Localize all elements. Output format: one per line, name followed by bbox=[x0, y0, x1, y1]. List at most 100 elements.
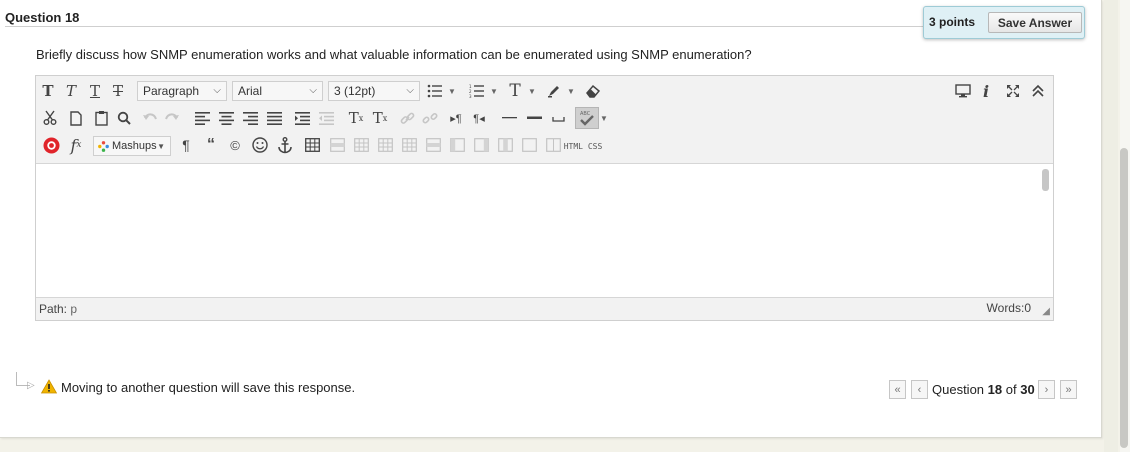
first-page-icon[interactable]: « bbox=[889, 380, 906, 399]
next-page-icon[interactable]: › bbox=[1038, 380, 1055, 399]
strikethrough-icon[interactable]: T bbox=[110, 82, 126, 100]
record-icon[interactable] bbox=[42, 136, 60, 154]
preview-icon[interactable] bbox=[954, 82, 972, 100]
rich-text-editor: T T T T Paragraph ⌵ Arial ⌵ 3 (12pt) ⌵ ▼… bbox=[35, 75, 1054, 321]
editor-scrollbar[interactable] bbox=[1042, 169, 1049, 191]
align-left-icon[interactable] bbox=[193, 109, 211, 127]
warning-icon bbox=[41, 379, 57, 394]
last-page-icon[interactable]: » bbox=[1060, 380, 1077, 399]
element-path: Path: p bbox=[39, 302, 77, 316]
font-size-value: 3 (12pt) bbox=[334, 84, 376, 98]
css-label: CSS bbox=[587, 141, 603, 151]
split-cells-icon[interactable] bbox=[520, 136, 538, 154]
link-icon[interactable] bbox=[398, 109, 416, 127]
caret-down-icon[interactable]: ▼ bbox=[528, 87, 536, 96]
page-scroll-thumb[interactable] bbox=[1120, 148, 1128, 448]
show-blocks-icon[interactable]: ¶ bbox=[178, 136, 194, 154]
path-value[interactable]: p bbox=[70, 302, 77, 316]
insert-col-after-icon[interactable] bbox=[472, 136, 490, 154]
merge-cells-icon[interactable] bbox=[544, 136, 562, 154]
prev-page-icon[interactable]: ‹ bbox=[911, 380, 928, 399]
chevron-down-icon: ⌵ bbox=[406, 85, 414, 96]
redo-icon[interactable] bbox=[164, 109, 180, 127]
ltr-icon[interactable]: ▸¶ bbox=[447, 109, 465, 127]
blockquote-icon[interactable]: “ bbox=[203, 136, 219, 154]
collapse-toolbar-icon[interactable] bbox=[1029, 82, 1047, 100]
caret-down-icon[interactable]: ▼ bbox=[448, 87, 456, 96]
eraser-icon[interactable] bbox=[584, 82, 602, 100]
points-panel: 3 points Save Answer bbox=[923, 6, 1085, 39]
bold-icon[interactable]: T bbox=[40, 82, 56, 100]
caret-down-icon[interactable]: ▼ bbox=[600, 114, 608, 123]
fullscreen-icon[interactable] bbox=[1004, 82, 1022, 100]
formula-icon[interactable]: fx bbox=[66, 135, 86, 155]
anchor-icon[interactable] bbox=[276, 136, 294, 154]
nonbreaking-space-icon[interactable] bbox=[549, 109, 567, 127]
table-cell-props-icon[interactable] bbox=[352, 136, 370, 154]
current-question: 18 bbox=[987, 382, 1003, 397]
align-center-icon[interactable] bbox=[217, 109, 235, 127]
emoticon-icon[interactable] bbox=[251, 136, 269, 154]
page-margin bbox=[1104, 0, 1118, 452]
caret-down-icon[interactable]: ▼ bbox=[490, 87, 498, 96]
pager-status: Question 18 of 30 bbox=[932, 382, 1035, 397]
insert-col-before-icon[interactable] bbox=[448, 136, 466, 154]
insert-row-after-icon[interactable] bbox=[400, 136, 418, 154]
find-replace-icon[interactable] bbox=[116, 109, 132, 127]
paragraph-format-select[interactable]: Paragraph ⌵ bbox=[137, 81, 227, 101]
html-source-button[interactable]: HTML CSS bbox=[564, 138, 603, 154]
underline-icon[interactable]: T bbox=[87, 82, 103, 100]
unlink-icon[interactable] bbox=[421, 109, 439, 127]
mashups-select[interactable]: Mashups ▼ bbox=[93, 136, 171, 156]
text-color-icon[interactable]: T bbox=[506, 81, 524, 101]
bullet-list-icon[interactable] bbox=[426, 82, 444, 100]
outdent-icon[interactable] bbox=[317, 109, 335, 127]
caret-down-icon[interactable]: ▼ bbox=[567, 87, 575, 96]
paragraph-format-value: Paragraph bbox=[143, 84, 200, 98]
highlight-pen-icon[interactable] bbox=[545, 82, 563, 100]
copy-icon[interactable] bbox=[68, 109, 84, 127]
page-scrollbar[interactable] bbox=[1120, 0, 1130, 452]
font-size-select[interactable]: 3 (12pt) ⌵ bbox=[328, 81, 420, 101]
arrow-right-icon: ▷ bbox=[27, 380, 35, 391]
caret-down-icon: ▼ bbox=[157, 142, 165, 151]
undo-icon[interactable] bbox=[142, 109, 158, 127]
answer-text-area[interactable] bbox=[36, 165, 1053, 297]
paste-icon[interactable] bbox=[93, 109, 109, 127]
delete-row-icon[interactable] bbox=[424, 136, 442, 154]
save-answer-button[interactable]: Save Answer bbox=[988, 12, 1082, 33]
indent-icon[interactable] bbox=[293, 109, 311, 127]
path-label: Path: bbox=[39, 302, 68, 316]
rtl-icon[interactable]: ¶◂ bbox=[470, 109, 488, 127]
table-icon[interactable] bbox=[303, 136, 321, 154]
thick-rule-icon[interactable] bbox=[525, 109, 543, 127]
mashups-label: Mashups bbox=[112, 140, 157, 152]
chevron-down-icon: ⌵ bbox=[309, 85, 317, 96]
word-count: Words:0 bbox=[986, 301, 1031, 315]
delete-col-icon[interactable] bbox=[496, 136, 514, 154]
numbered-list-icon[interactable]: 123 bbox=[468, 82, 486, 100]
editor-statusbar: Path: p Words:0 ◢ bbox=[36, 297, 1053, 320]
copyright-icon[interactable]: © bbox=[227, 136, 243, 154]
superscript-icon[interactable]: Tx bbox=[346, 108, 366, 128]
subscript-icon[interactable]: Tx bbox=[370, 108, 390, 128]
insert-row-before-icon[interactable] bbox=[376, 136, 394, 154]
chevron-down-icon: ⌵ bbox=[213, 85, 221, 96]
spellcheck-icon[interactable]: ABC bbox=[575, 107, 599, 129]
align-justify-icon[interactable] bbox=[265, 109, 283, 127]
question-prompt: Briefly discuss how SNMP enumeration wor… bbox=[36, 47, 752, 62]
cut-icon[interactable] bbox=[42, 109, 58, 127]
resize-handle-icon[interactable]: ◢ bbox=[1042, 306, 1050, 317]
horizontal-rule-icon[interactable] bbox=[500, 109, 518, 127]
italic-icon[interactable]: T bbox=[63, 82, 79, 100]
question-card: Question 18 3 points Save Answer Briefly… bbox=[0, 0, 1102, 438]
font-family-select[interactable]: Arial ⌵ bbox=[232, 81, 323, 101]
editor-toolbar: T T T T Paragraph ⌵ Arial ⌵ 3 (12pt) ⌵ ▼… bbox=[36, 76, 1053, 164]
font-family-value: Arial bbox=[238, 84, 263, 98]
pager-prefix: Question bbox=[932, 382, 985, 397]
align-right-icon[interactable] bbox=[241, 109, 259, 127]
info-icon[interactable]: i bbox=[979, 81, 993, 101]
table-row-props-icon[interactable] bbox=[328, 136, 346, 154]
svg-text:ABC: ABC bbox=[580, 111, 591, 117]
svg-text:3: 3 bbox=[469, 94, 472, 98]
